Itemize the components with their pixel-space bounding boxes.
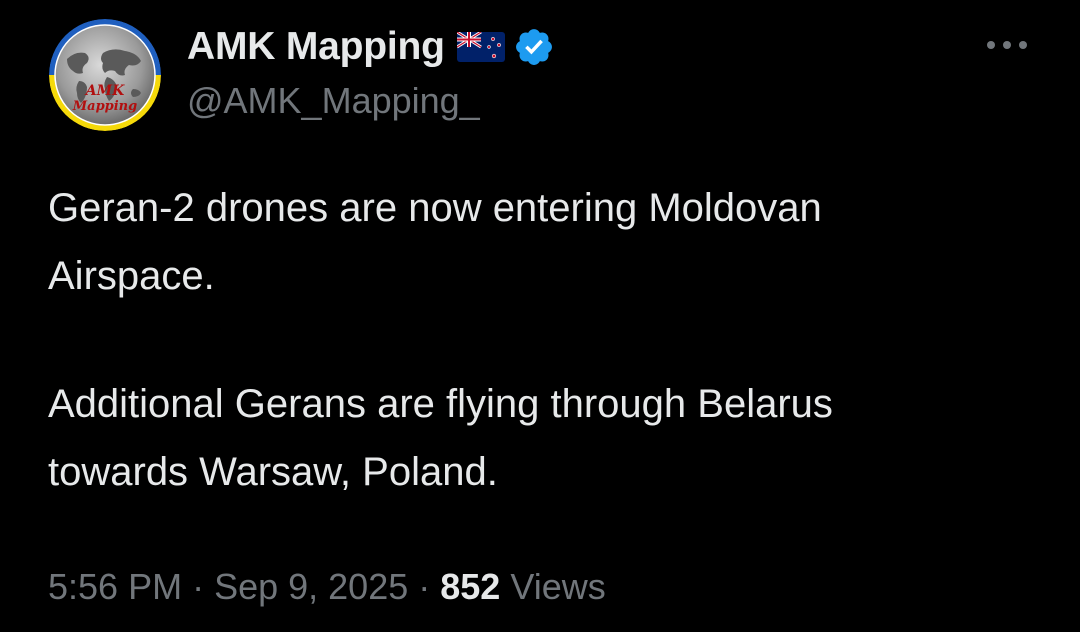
display-name[interactable]: AMK Mapping <box>187 25 445 69</box>
tweet-card: AMK Mapping AMK Mapping @AMK_Mapping_ Ge… <box>0 0 1080 632</box>
author-handle[interactable]: @AMK_Mapping_ <box>187 80 480 122</box>
avatar-logo-line2: Mapping <box>72 99 137 114</box>
new-zealand-flag-icon <box>455 30 505 62</box>
tweet-date[interactable]: Sep 9, 2025 <box>214 566 408 607</box>
avatar[interactable]: AMK Mapping <box>49 19 161 131</box>
tweet-text-line: Geran-2 drones are now entering Moldovan <box>48 186 822 230</box>
more-horizontal-icon <box>987 41 1027 49</box>
more-options-button[interactable] <box>984 28 1030 62</box>
author-name-row: AMK Mapping <box>187 22 555 72</box>
verified-badge-icon[interactable] <box>513 26 555 68</box>
views-label: Views <box>510 566 606 607</box>
tweet-text-line: towards Warsaw, Poland. <box>48 450 498 494</box>
avatar-image: AMK Mapping <box>49 19 161 131</box>
meta-separator: · <box>418 566 431 607</box>
views-count[interactable]: 852 <box>440 566 500 607</box>
tweet-text-line: Airspace. <box>48 254 215 298</box>
tweet-time[interactable]: 5:56 PM <box>48 566 182 607</box>
tweet-text-line: Additional Gerans are flying through Bel… <box>48 382 833 426</box>
tweet-body: Geran-2 drones are now entering Moldovan… <box>48 174 1048 506</box>
meta-separator: · <box>192 566 205 607</box>
tweet-metadata: 5:56 PM · Sep 9, 2025 · 852 Views <box>48 566 606 608</box>
avatar-logo-line1: AMK <box>84 83 125 99</box>
